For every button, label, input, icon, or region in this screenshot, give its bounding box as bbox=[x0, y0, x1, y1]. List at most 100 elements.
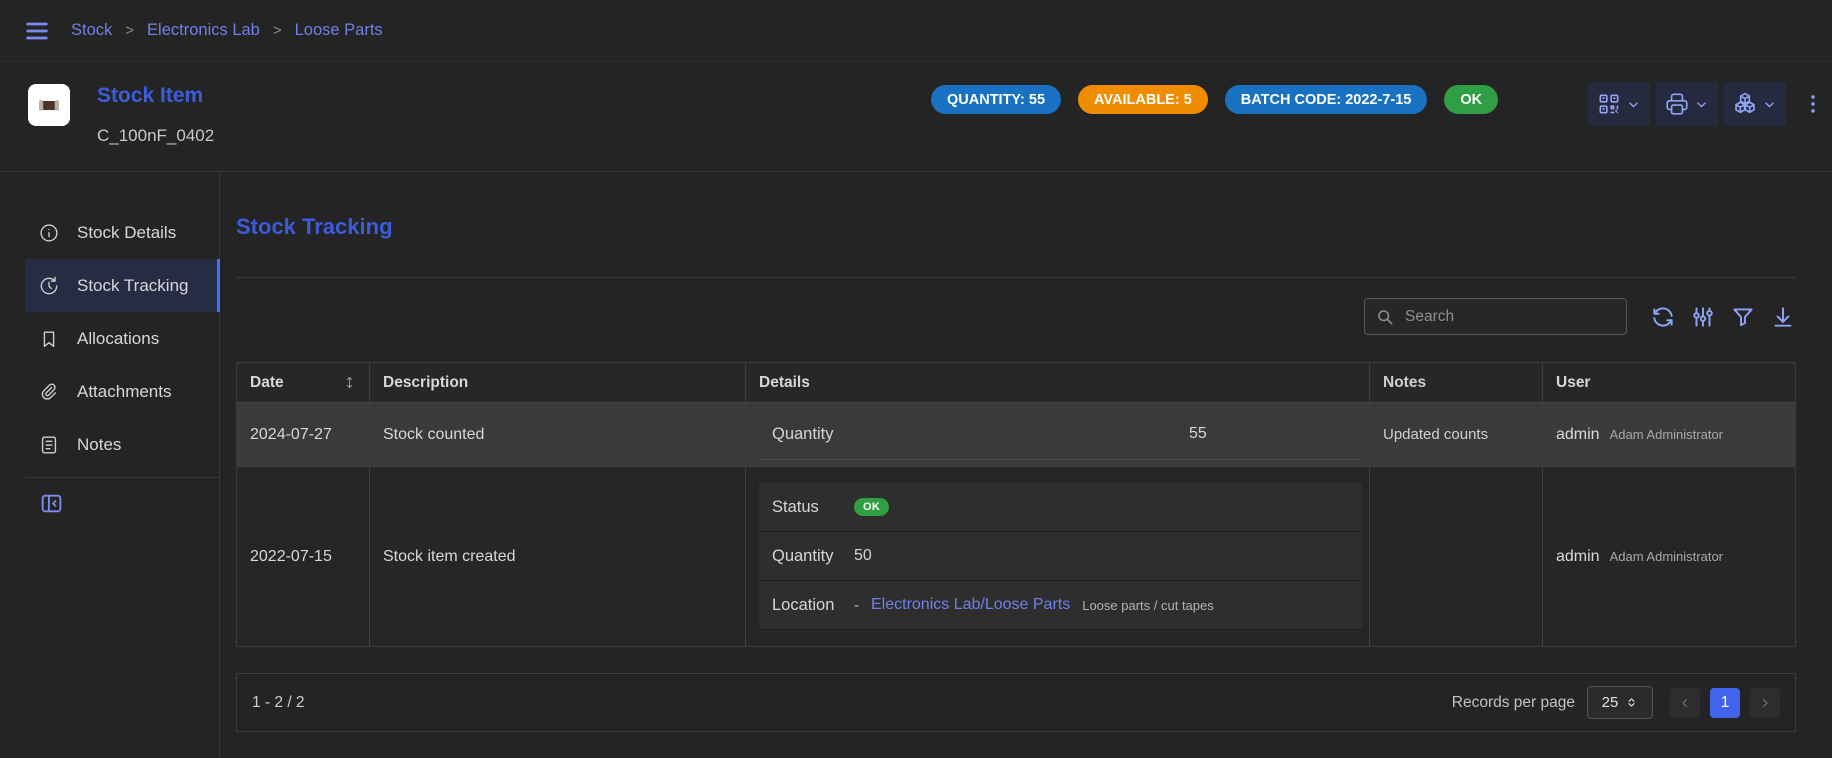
detail-row-location: Location -Electronics Lab/Loose Parts Loos… bbox=[759, 581, 1362, 630]
next-page-button[interactable] bbox=[1750, 688, 1780, 718]
detail-row-status: StatusOK bbox=[759, 483, 1362, 532]
more-actions-icon[interactable] bbox=[1801, 92, 1825, 116]
caret-updown-icon bbox=[1625, 696, 1638, 709]
column-header-notes[interactable]: Notes bbox=[1369, 363, 1542, 402]
user-cell: admin Adam Administrator bbox=[1542, 403, 1795, 466]
status-ok-pill: OK bbox=[854, 498, 889, 516]
sidebar-item-stock-details[interactable]: Stock Details bbox=[25, 206, 220, 259]
date-cell: 2024-07-27 bbox=[237, 403, 369, 466]
sidebar-divider bbox=[25, 477, 219, 478]
date-cell: 2022-07-15 bbox=[237, 467, 369, 646]
sidebar-item-attachments[interactable]: Attachments bbox=[25, 365, 220, 418]
column-label: Description bbox=[383, 374, 468, 392]
stock-operations-button[interactable] bbox=[1724, 82, 1786, 126]
refresh-button[interactable] bbox=[1650, 304, 1676, 330]
sidebar-item-label: Stock Tracking bbox=[77, 276, 189, 296]
description-cell: Stock counted bbox=[369, 403, 745, 466]
record-range: 1 - 2 / 2 bbox=[252, 694, 305, 712]
page-size-value: 25 bbox=[1602, 694, 1619, 711]
paperclip-icon bbox=[38, 381, 60, 403]
column-label: Notes bbox=[1383, 374, 1426, 392]
tracking-row[interactable]: 2022-07-15Stock item createdStatusOKQuan… bbox=[237, 467, 1795, 646]
pagination-controls: Records per page 25 1 bbox=[1452, 686, 1780, 719]
sidebar-item-notes[interactable]: Notes bbox=[25, 418, 220, 471]
capacitor-image bbox=[34, 90, 64, 120]
sort-icon[interactable] bbox=[342, 375, 357, 390]
previous-page-button[interactable] bbox=[1670, 688, 1700, 718]
breadcrumb-link-loose-parts[interactable]: Loose Parts bbox=[295, 21, 383, 40]
breadcrumb-link-electronics-lab[interactable]: Electronics Lab bbox=[147, 21, 260, 40]
detail-label: Location bbox=[772, 596, 834, 615]
barcode-actions-button[interactable] bbox=[1588, 82, 1650, 126]
detail-value: 55 bbox=[1189, 425, 1207, 443]
records-per-page-select[interactable]: 25 bbox=[1587, 686, 1653, 719]
bookmark-icon bbox=[38, 328, 60, 350]
action-buttons bbox=[1588, 82, 1825, 126]
sidebar-item-label: Attachments bbox=[77, 382, 172, 402]
main-panel: Stock Tracking Date Description Details Not… bbox=[236, 172, 1796, 758]
stock-tracking-table: Date Description Details Notes User 2024-07-… bbox=[236, 362, 1796, 647]
notes-cell bbox=[1369, 467, 1542, 646]
column-label: Details bbox=[759, 374, 810, 392]
detail-value: 50 bbox=[854, 547, 872, 565]
stock-item-thumbnail[interactable] bbox=[28, 84, 70, 126]
detail-row-quantity: Quantity 55 bbox=[759, 409, 1362, 460]
available-badge: AVAILABLE: 5 bbox=[1078, 85, 1208, 114]
column-label: User bbox=[1556, 374, 1590, 392]
column-header-date[interactable]: Date bbox=[237, 363, 369, 402]
location-dash: - bbox=[854, 597, 859, 614]
sidebar-item-allocations[interactable]: Allocations bbox=[25, 312, 220, 365]
breadcrumb-link-stock[interactable]: Stock bbox=[71, 21, 112, 40]
tracking-row[interactable]: 2024-07-27Stock counted Quantity 55 Updated… bbox=[237, 403, 1795, 467]
user-cell: admin Adam Administrator bbox=[1542, 467, 1795, 646]
location-link[interactable]: Electronics Lab/Loose Parts bbox=[871, 596, 1070, 614]
table-header-row: Date Description Details Notes User bbox=[237, 363, 1795, 403]
notes-cell: Updated counts bbox=[1369, 403, 1542, 466]
sidebar-item-label: Notes bbox=[77, 435, 121, 455]
notes-icon bbox=[38, 434, 60, 456]
column-header-user[interactable]: User bbox=[1542, 363, 1795, 402]
username: admin bbox=[1556, 548, 1600, 566]
breadcrumb-bar: Stock>Electronics Lab>Loose Parts bbox=[0, 0, 1832, 62]
column-header-description[interactable]: Description bbox=[369, 363, 745, 402]
stock-item-name: C_100nF_0402 bbox=[97, 126, 214, 146]
sidebar-item-label: Allocations bbox=[77, 329, 159, 349]
search-input[interactable] bbox=[1403, 307, 1616, 327]
details-cell: Quantity 55 bbox=[745, 403, 1369, 466]
history-icon bbox=[38, 275, 60, 297]
search-box[interactable] bbox=[1364, 298, 1627, 335]
sidebar-item-stock-tracking[interactable]: Stock Tracking bbox=[25, 259, 220, 312]
status-badges: QUANTITY: 55 AVAILABLE: 5 BATCH CODE: 2022… bbox=[931, 85, 1498, 114]
sidebar-collapse-icon[interactable] bbox=[39, 491, 64, 516]
detail-label: Quantity bbox=[772, 425, 833, 444]
qr-code-icon bbox=[1596, 91, 1622, 117]
printer-icon bbox=[1664, 91, 1690, 117]
menu-icon[interactable] bbox=[23, 17, 51, 45]
user-full-name: Adam Administrator bbox=[1610, 549, 1723, 564]
username: admin bbox=[1556, 426, 1600, 444]
column-header-details[interactable]: Details bbox=[745, 363, 1369, 402]
chevron-down-icon bbox=[1693, 96, 1710, 113]
table-options-button[interactable] bbox=[1690, 304, 1716, 330]
page-button-1[interactable]: 1 bbox=[1710, 688, 1740, 718]
quantity-badge: QUANTITY: 55 bbox=[931, 85, 1061, 114]
page-header: Stock Item C_100nF_0402 QUANTITY: 55 AVAI… bbox=[0, 62, 1832, 172]
details-subtable: Quantity 55 bbox=[759, 409, 1362, 460]
breadcrumb: Stock>Electronics Lab>Loose Parts bbox=[71, 21, 383, 40]
column-label: Date bbox=[250, 374, 284, 392]
details-subtable: StatusOKQuantity50Location-Electronics L… bbox=[759, 483, 1362, 630]
batch-code-badge: BATCH CODE: 2022-7-15 bbox=[1225, 85, 1428, 114]
location-description: Loose parts / cut tapes bbox=[1082, 598, 1214, 613]
table-toolbar bbox=[1364, 298, 1796, 335]
user-full-name: Adam Administrator bbox=[1610, 427, 1723, 442]
panel-heading: Stock Tracking bbox=[236, 214, 393, 240]
heading-divider bbox=[236, 277, 1796, 278]
download-button[interactable] bbox=[1770, 304, 1796, 330]
description-cell: Stock item created bbox=[369, 467, 745, 646]
packages-icon bbox=[1732, 91, 1758, 117]
print-actions-button[interactable] bbox=[1656, 82, 1718, 126]
page-title: Stock Item bbox=[97, 84, 203, 108]
sidebar: Stock Details Stock Tracking Allocations At… bbox=[0, 172, 220, 758]
filter-button[interactable] bbox=[1730, 304, 1756, 330]
chevron-down-icon bbox=[1625, 96, 1642, 113]
